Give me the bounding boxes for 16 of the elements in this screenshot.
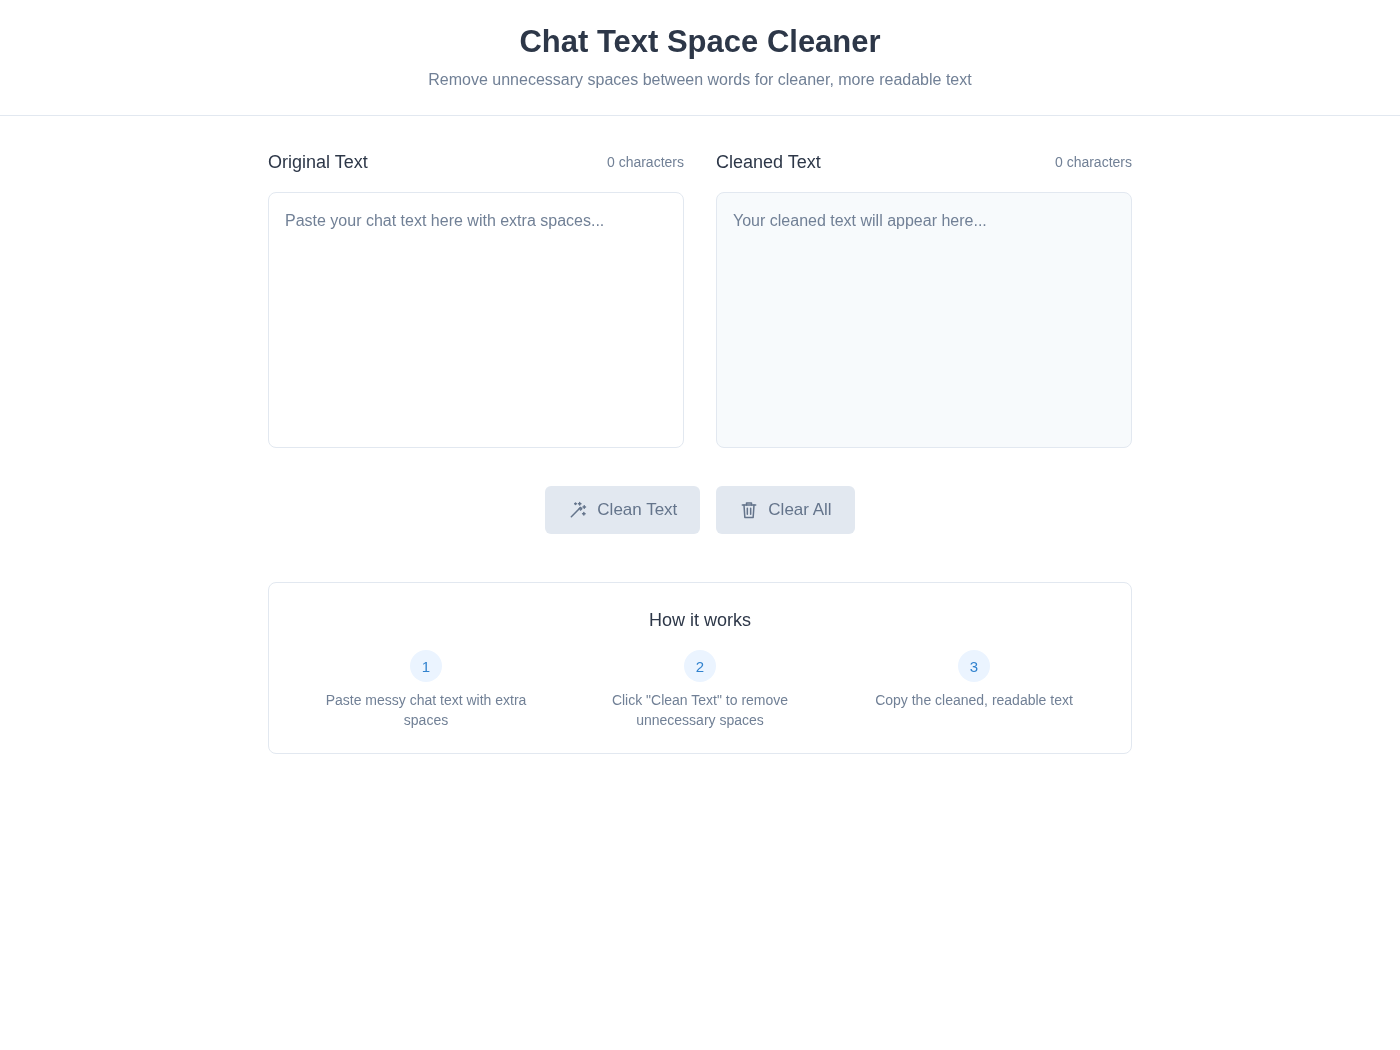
panel-label: Original Text bbox=[268, 151, 368, 173]
page-title: Chat Text Space Cleaner bbox=[518, 24, 882, 60]
page-subtitle: Remove unnecessary spaces between words for cleaner, more readable text bbox=[427, 70, 973, 90]
step-description: Paste messy chat text with extra spaces bbox=[324, 691, 528, 730]
section-title: How it works bbox=[648, 609, 752, 632]
step-description: Click "Clean Text" to remove unnecessary spaces bbox=[610, 691, 790, 730]
output-field[interactable]: Your cleaned text will appear here... bbox=[716, 192, 1132, 448]
step-number: 3 bbox=[958, 650, 990, 682]
step-description: Copy the cleaned, readable text bbox=[875, 691, 1073, 710]
step-number: 1 bbox=[410, 650, 442, 682]
panel-label: Cleaned Text bbox=[716, 151, 821, 173]
step-number: 2 bbox=[684, 650, 716, 682]
magic-wand-icon bbox=[568, 500, 589, 520]
character-count: 0 characters bbox=[1054, 154, 1132, 170]
input-field[interactable]: Paste your chat text here with extra spaces... bbox=[268, 192, 684, 448]
character-count: 0 characters bbox=[606, 154, 684, 170]
